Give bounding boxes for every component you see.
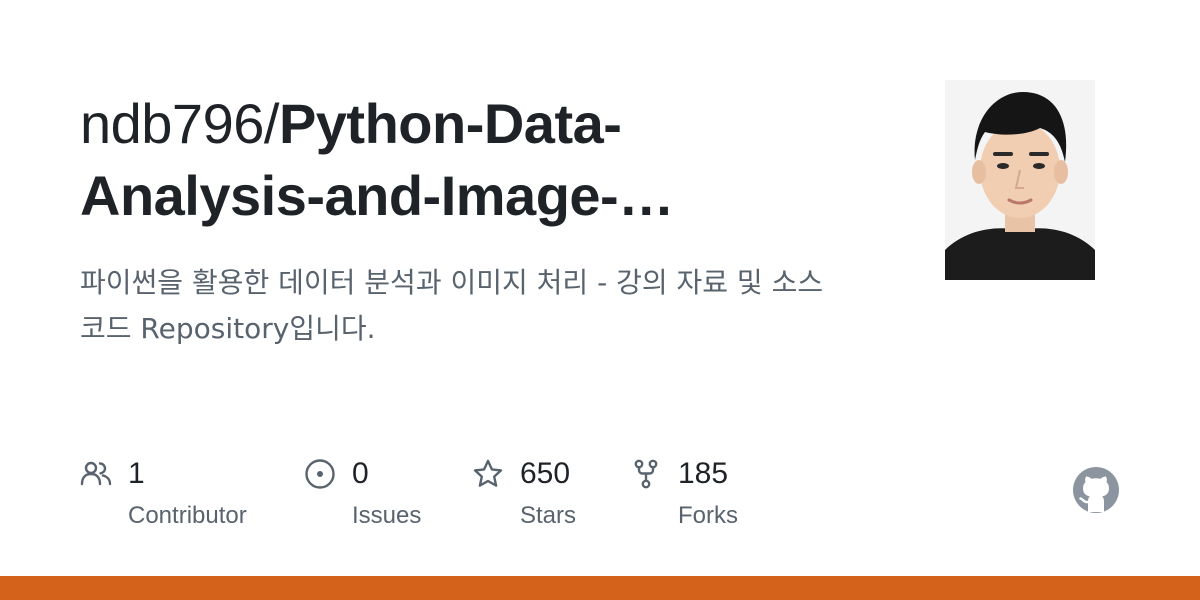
stars-count: 650 (520, 457, 571, 490)
repo-stats: 1 Contributor 0 Issues 650 Stars 185 For… (80, 452, 840, 542)
stars-label: Stars (520, 502, 577, 529)
accent-bar (0, 576, 1200, 600)
avatar-photo (945, 80, 1095, 280)
issue-opened-icon (305, 459, 335, 489)
contributors-count: 1 (128, 457, 145, 490)
people-icon (80, 461, 112, 486)
star-icon (473, 459, 503, 487)
social-preview-card: ndb796/Python-Data-Analysis-and-Image-… … (0, 0, 1200, 600)
issues-label: Issues (352, 502, 422, 529)
repo-forked-icon (634, 459, 658, 489)
owner-avatar[interactable] (945, 80, 1095, 280)
contributors-label: Contributor (128, 502, 247, 529)
issues-count: 0 (352, 457, 369, 490)
repo-title[interactable]: ndb796/Python-Data-Analysis-and-Image-… (80, 88, 780, 232)
repo-description: 파이썬을 활용한 데이터 분석과 이미지 처리 - 강의 자료 및 소스코드 R… (80, 266, 824, 345)
forks-label: Forks (678, 502, 738, 529)
forks-count: 185 (678, 457, 729, 490)
repo-owner: ndb796/ (80, 92, 279, 155)
github-mark-icon[interactable] (1072, 466, 1120, 514)
